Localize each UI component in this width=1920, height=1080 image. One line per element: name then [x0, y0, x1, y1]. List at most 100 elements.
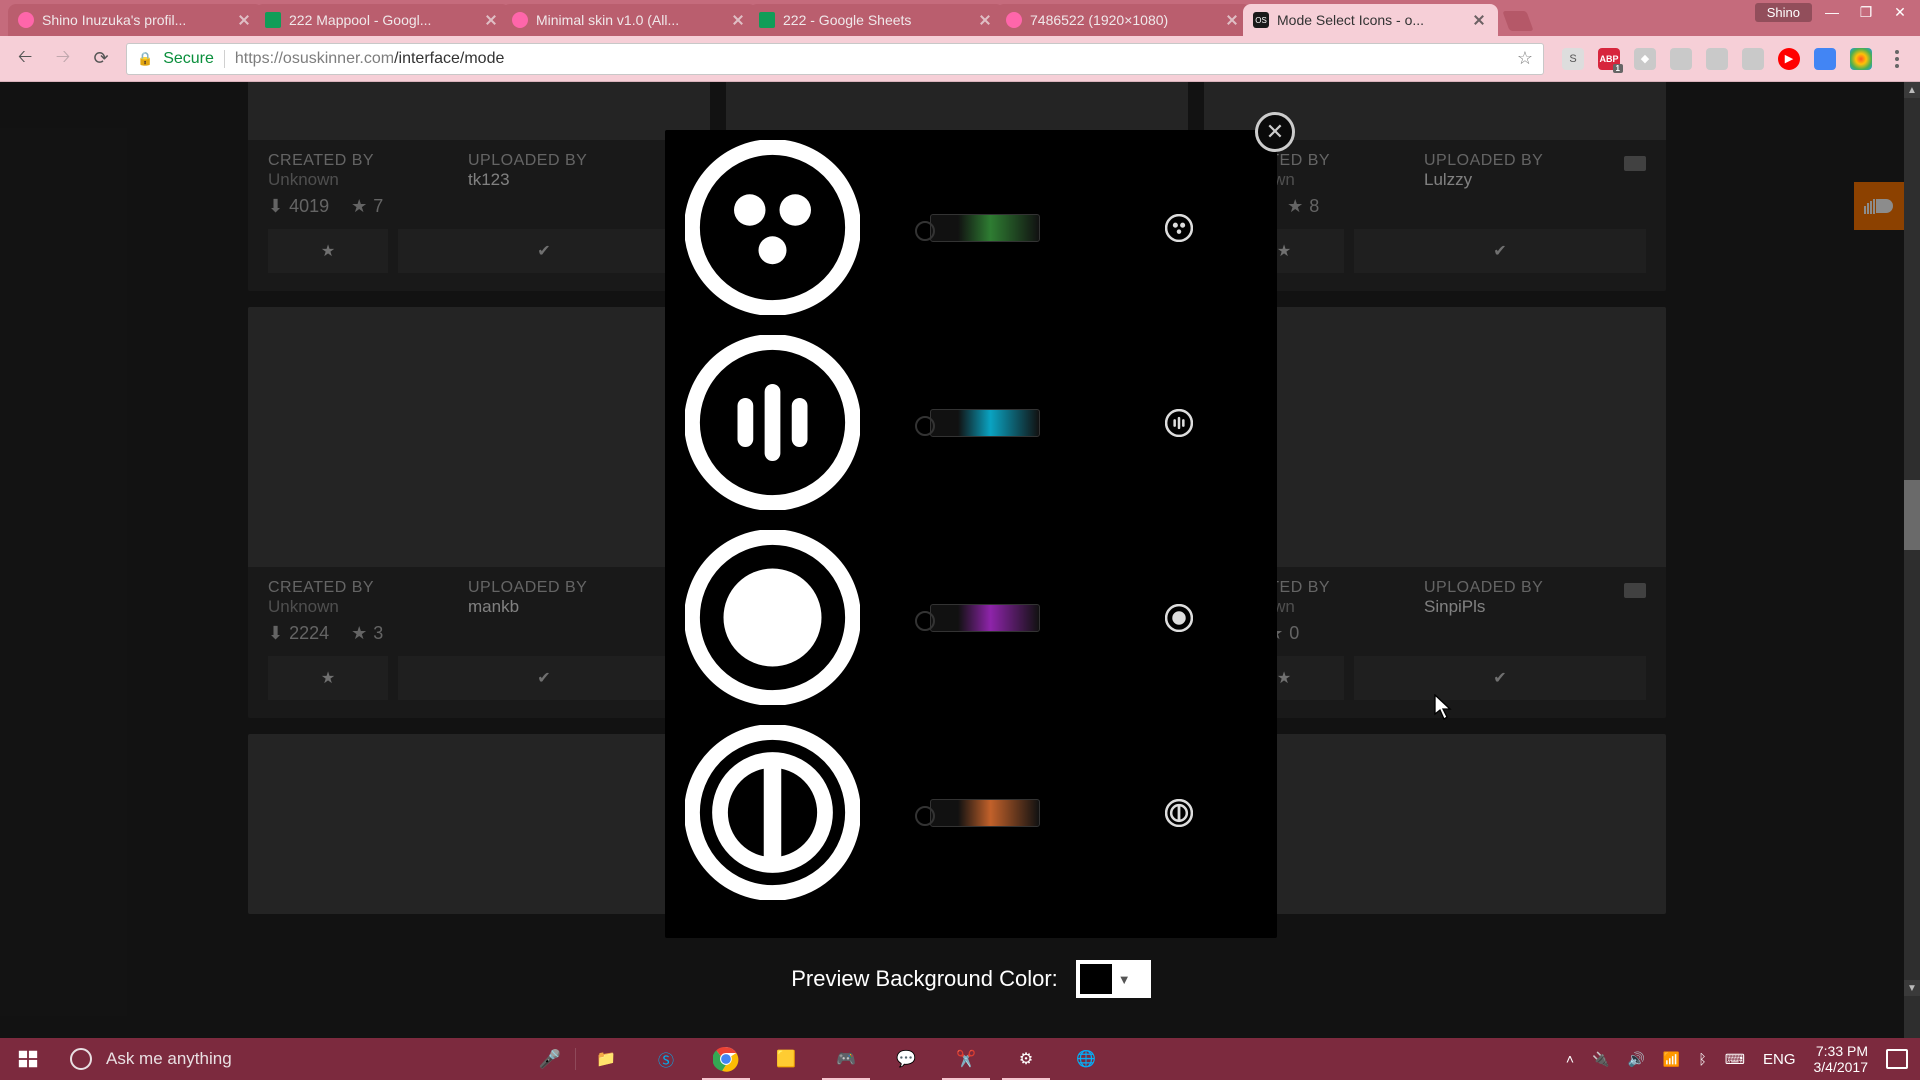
extensions: S ABP ◆ ▶ — [1556, 48, 1908, 70]
close-icon[interactable] — [237, 13, 251, 27]
task-edge[interactable]: 🌐 — [1056, 1038, 1116, 1080]
forward-button[interactable]: 🡢 — [50, 46, 76, 72]
mode-taiko-icon — [685, 530, 860, 705]
favicon-osu-icon — [512, 12, 528, 28]
task-discord[interactable]: 🎮 — [816, 1038, 876, 1080]
favicon-osuskinner-icon: OS — [1253, 12, 1269, 28]
tab-label: Minimal skin v1.0 (All... — [536, 12, 723, 28]
clock-date: 3/4/2017 — [1814, 1059, 1869, 1075]
task-sticky-notes[interactable]: 🟨 — [756, 1038, 816, 1080]
mode-catch-mini-icon — [1165, 799, 1193, 827]
window-controls: Shino — ❐ ✕ — [1755, 2, 1914, 22]
mode-taiko-swatch[interactable] — [930, 604, 1040, 632]
favicon-sheets-icon — [759, 12, 775, 28]
close-icon[interactable] — [484, 13, 498, 27]
tray-chevron-up-icon[interactable]: ˄ — [1566, 1051, 1574, 1067]
chrome-user-chip[interactable]: Shino — [1755, 3, 1812, 22]
mode-row-osu — [665, 130, 1277, 325]
browser-window: Shino Inuzuka's profil... 222 Mappool - … — [0, 0, 1920, 1038]
mode-row-mania — [665, 325, 1277, 520]
page-scrollbar-track[interactable] — [1904, 82, 1920, 1038]
lock-icon: 🔒 — [137, 51, 153, 67]
mode-mania-mini-icon — [1165, 409, 1193, 437]
action-center-icon[interactable] — [1886, 1049, 1908, 1069]
mode-osu-icon — [685, 140, 860, 315]
tab-mappool[interactable]: 222 Mappool - Googl... — [255, 4, 510, 36]
tab-mode-select-icons[interactable]: OS Mode Select Icons - o... — [1243, 4, 1498, 36]
task-line[interactable]: 💬 — [876, 1038, 936, 1080]
maximize-button[interactable]: ❐ — [1852, 2, 1880, 22]
chrome-icon — [713, 1046, 739, 1072]
new-tab-button[interactable] — [1502, 11, 1533, 31]
tab-label: Shino Inuzuka's profil... — [42, 12, 229, 28]
bookmark-star-icon[interactable]: ☆ — [1517, 48, 1533, 69]
task-chrome[interactable] — [696, 1038, 756, 1080]
tray-wifi-icon[interactable]: 📶 — [1663, 1051, 1680, 1068]
extension-s-icon[interactable]: S — [1562, 48, 1584, 70]
clock-time: 7:33 PM — [1814, 1043, 1869, 1059]
extension-youtube-icon[interactable]: ▶ — [1778, 48, 1800, 70]
mode-catch-icon — [685, 725, 860, 900]
cortana-search[interactable]: Ask me anything 🎤 — [56, 1048, 576, 1070]
favicon-osu-icon — [18, 12, 34, 28]
system-tray: ˄ 🔌 🔊 📶 ᛒ ⌨ ENG 7:33 PM 3/4/2017 — [1566, 1043, 1920, 1075]
tray-clock[interactable]: 7:33 PM 3/4/2017 — [1814, 1043, 1869, 1075]
address-bar[interactable]: 🔒 Secure https://osuskinner.com/interfac… — [126, 43, 1544, 75]
extension-generic-icon[interactable] — [1706, 48, 1728, 70]
tray-language[interactable]: ENG — [1763, 1051, 1796, 1068]
close-icon[interactable] — [978, 13, 992, 27]
search-placeholder: Ask me anything — [106, 1049, 232, 1069]
mode-catch-swatch[interactable] — [930, 799, 1040, 827]
extension-privacy-icon[interactable]: ◆ — [1634, 48, 1656, 70]
extension-download-icon[interactable] — [1850, 48, 1872, 70]
extension-abp-icon[interactable]: ABP — [1598, 48, 1620, 70]
tab-label: 222 Mappool - Googl... — [289, 12, 476, 28]
page-scrollbar-thumb[interactable] — [1904, 480, 1920, 550]
task-skype[interactable]: Ⓢ — [636, 1038, 696, 1080]
tab-222-sheets[interactable]: 222 - Google Sheets — [749, 4, 1004, 36]
mode-icons-modal: ✕ — [665, 130, 1277, 938]
back-button[interactable]: 🡠 — [12, 46, 38, 72]
close-icon[interactable] — [731, 13, 745, 27]
tab-image[interactable]: 7486522 (1920×1080) — [996, 4, 1251, 36]
mic-icon[interactable]: 🎤 — [539, 1049, 561, 1070]
favicon-osu-icon — [1006, 12, 1022, 28]
scrollbar-up-button[interactable]: ▲ — [1904, 82, 1920, 98]
tray-keyboard-icon[interactable]: ⌨ — [1725, 1051, 1745, 1068]
tray-power-icon[interactable]: 🔌 — [1592, 1051, 1609, 1068]
reload-button[interactable]: ⟳ — [88, 46, 114, 72]
task-explorer[interactable]: 📁 — [576, 1038, 636, 1080]
tab-minimal-skin[interactable]: Minimal skin v1.0 (All... — [502, 4, 757, 36]
divider — [224, 50, 225, 68]
extension-generic-icon[interactable] — [1742, 48, 1764, 70]
mode-row-taiko — [665, 520, 1277, 715]
close-icon[interactable] — [1472, 13, 1486, 27]
task-snip[interactable]: ✂️ — [936, 1038, 996, 1080]
minimize-button[interactable]: — — [1818, 2, 1846, 22]
scrollbar-down-button[interactable]: ▼ — [1904, 980, 1920, 996]
toolbar: 🡠 🡢 ⟳ 🔒 Secure https://osuskinner.com/in… — [0, 36, 1920, 82]
tray-volume-icon[interactable]: 🔊 — [1627, 1051, 1644, 1068]
task-steam[interactable]: ⚙ — [996, 1038, 1056, 1080]
tab-label: 7486522 (1920×1080) — [1030, 12, 1217, 28]
start-button[interactable] — [0, 1038, 56, 1080]
preview-color-label: Preview Background Color: — [791, 966, 1058, 992]
modal-close-button[interactable]: ✕ — [1255, 112, 1295, 152]
close-icon[interactable] — [1225, 13, 1239, 27]
mode-mania-swatch[interactable] — [930, 409, 1040, 437]
preview-color-select[interactable]: ▼ — [1076, 960, 1151, 998]
titlebar: Shino Inuzuka's profil... 222 Mappool - … — [0, 0, 1920, 36]
extension-generic-icon[interactable] — [1670, 48, 1692, 70]
mode-row-catch — [665, 715, 1277, 910]
extension-translate-icon[interactable] — [1814, 48, 1836, 70]
mouse-cursor-icon — [1434, 694, 1452, 720]
window-close-button[interactable]: ✕ — [1886, 2, 1914, 22]
tab-shino-profile[interactable]: Shino Inuzuka's profil... — [8, 4, 263, 36]
chrome-menu-button[interactable] — [1886, 50, 1908, 68]
cortana-icon — [70, 1048, 92, 1070]
chevron-down-icon: ▼ — [1118, 972, 1131, 987]
preview-color-bar: Preview Background Color: ▼ — [665, 960, 1277, 998]
url-text: https://osuskinner.com/interface/mode — [235, 50, 504, 68]
mode-osu-swatch[interactable] — [930, 214, 1040, 242]
tray-bluetooth-icon[interactable]: ᛒ — [1698, 1051, 1706, 1067]
